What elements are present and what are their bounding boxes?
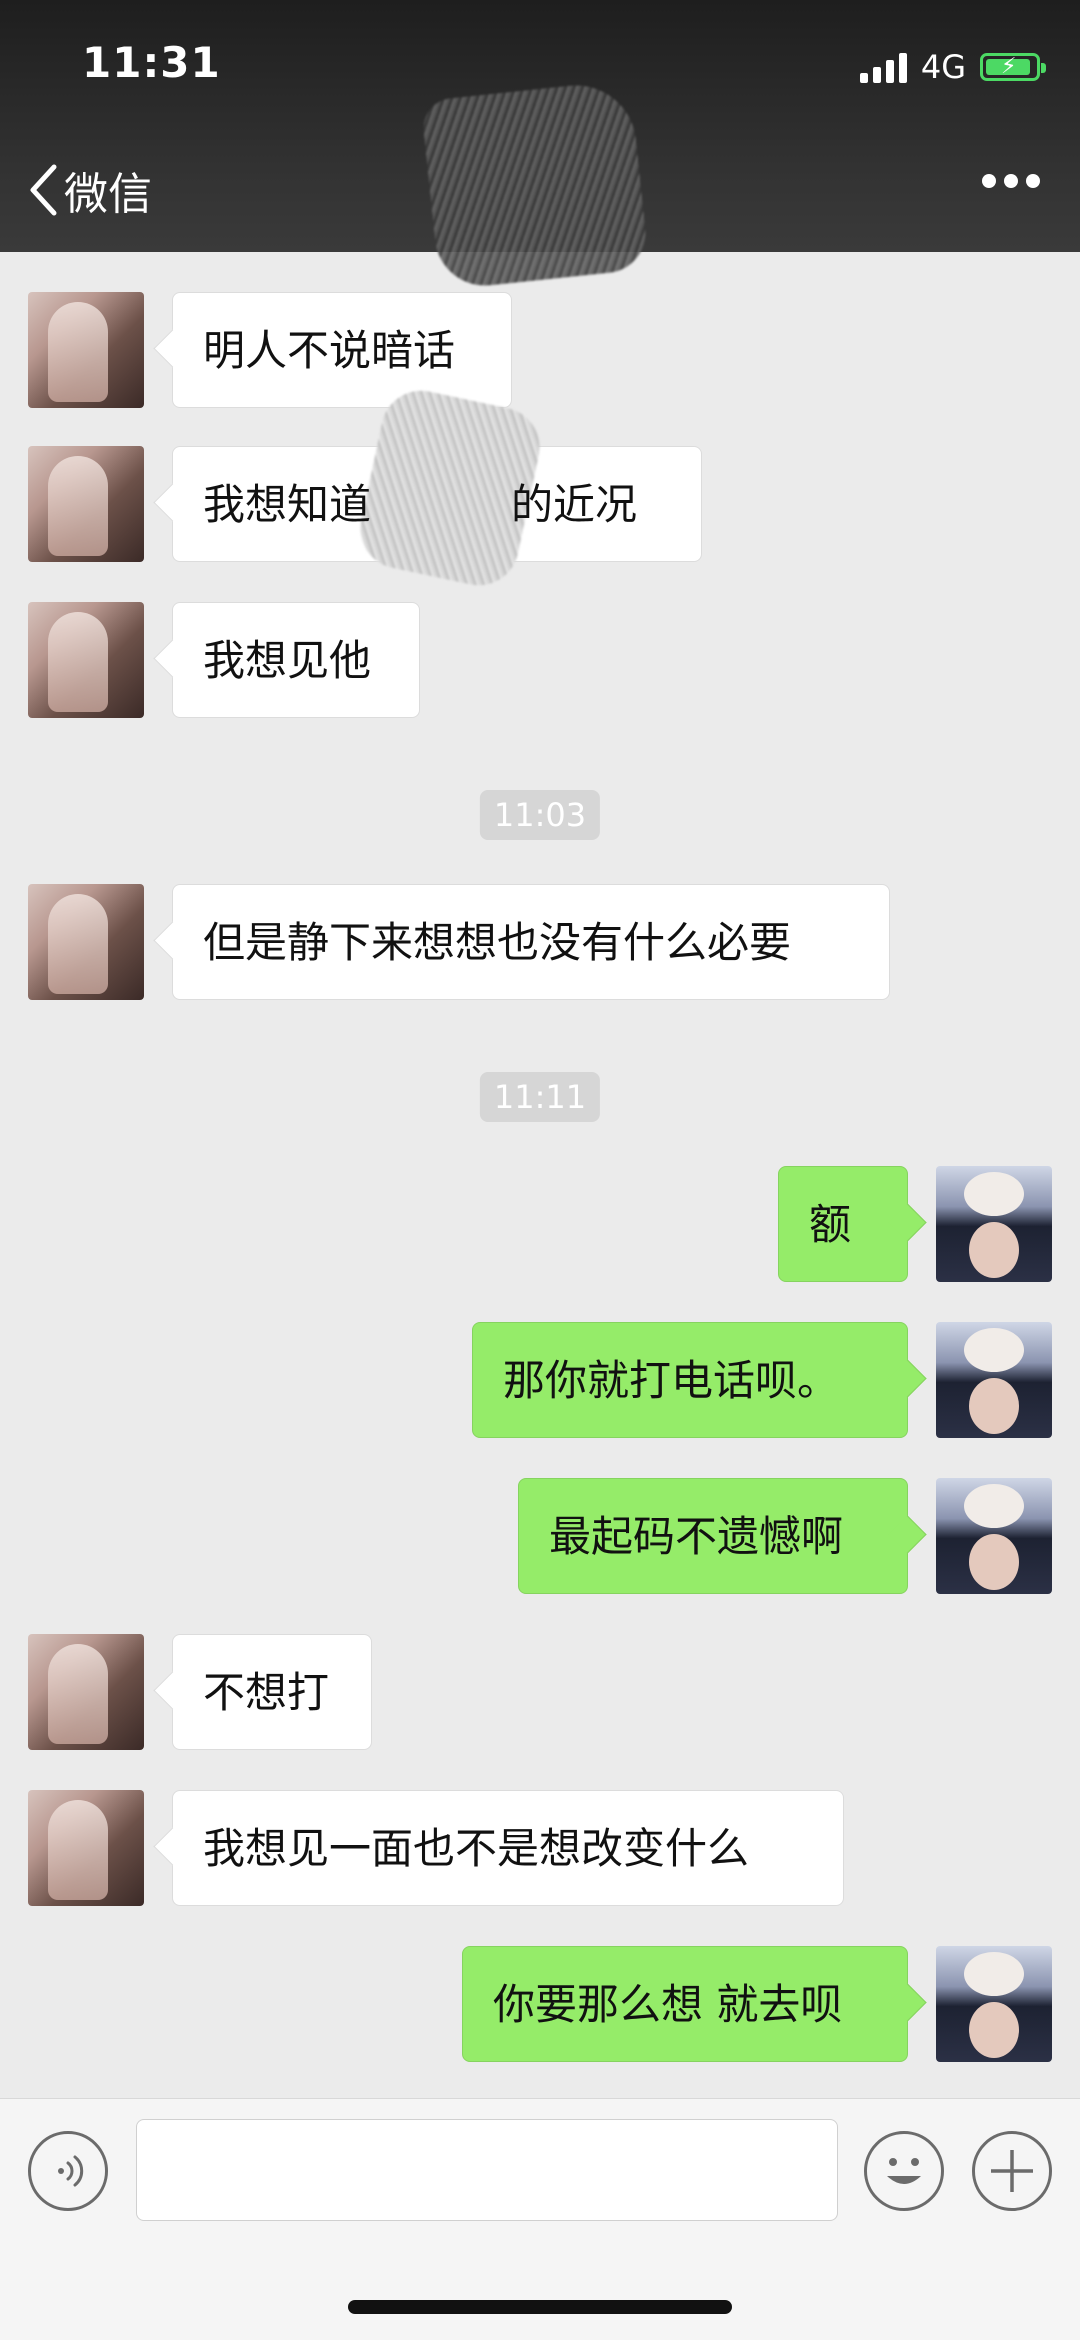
more-icon[interactable] [982, 174, 1040, 188]
timestamp: 11:11 [479, 1072, 601, 1122]
network-label: 4G [920, 48, 966, 86]
message-bubble[interactable]: 但是静下来想想也没有什么必要 [172, 884, 890, 1000]
battery-icon: ⚡ [980, 53, 1046, 81]
message-text: 明人不说暗话 [203, 326, 456, 375]
my-avatar[interactable] [936, 1166, 1052, 1282]
voice-icon [58, 2155, 84, 2187]
contact-avatar[interactable] [28, 1634, 144, 1750]
status-time: 11:31 [82, 38, 221, 87]
contact-avatar[interactable] [28, 1790, 144, 1906]
contact-avatar[interactable] [28, 602, 144, 718]
redaction-scribble [420, 79, 650, 291]
home-indicator[interactable] [348, 2300, 732, 2314]
back-label: 微信 [64, 169, 152, 220]
message-bubble[interactable]: 最起码不遗憾啊 [518, 1478, 908, 1594]
chevron-left-icon [30, 164, 57, 216]
contact-avatar[interactable] [28, 292, 144, 408]
status-icons: 4G ⚡ [859, 48, 1046, 86]
emoji-icon [887, 2158, 921, 2184]
signal-icon [859, 51, 907, 83]
message-bubble[interactable]: 你要那么想 就去呗 [462, 1946, 908, 2062]
plus-icon [991, 2150, 1033, 2192]
message-text: 你要那么想 就去呗 [493, 1980, 843, 2029]
message-bubble[interactable]: 明人不说暗话 [172, 292, 512, 408]
back-button[interactable]: 微信 [28, 158, 152, 222]
message-text: 额 [809, 1200, 852, 1249]
message-input[interactable] [136, 2119, 838, 2221]
timestamp: 11:03 [479, 790, 601, 840]
my-avatar[interactable] [936, 1478, 1052, 1594]
message-text: 我想知道 [203, 480, 372, 529]
message-text: 最起码不遗憾啊 [549, 1512, 844, 1561]
plus-button[interactable] [972, 2131, 1052, 2211]
emoji-button[interactable] [864, 2131, 944, 2211]
message-text: 我想见他 [203, 636, 372, 685]
my-avatar[interactable] [936, 1322, 1052, 1438]
message-text: 但是静下来想想也没有什么必要 [203, 918, 792, 967]
message-bubble[interactable]: 那你就打电话呗。 [472, 1322, 908, 1438]
message-bubble[interactable]: 不想打 [172, 1634, 372, 1750]
voice-button[interactable] [28, 2131, 108, 2211]
contact-avatar[interactable] [28, 446, 144, 562]
message-text: 我想见一面也不是想改变什么 [203, 1824, 750, 1873]
message-text-end: 的近况 [511, 480, 638, 529]
message-bubble[interactable]: 我想见一面也不是想改变什么 [172, 1790, 844, 1906]
message-text: 不想打 [203, 1668, 330, 1717]
message-bubble[interactable]: 我想见他 [172, 602, 420, 718]
contact-avatar[interactable] [28, 884, 144, 1000]
my-avatar[interactable] [936, 1946, 1052, 2062]
message-text: 那你就打电话呗。 [503, 1356, 840, 1405]
message-bubble[interactable]: 额 [778, 1166, 908, 1282]
